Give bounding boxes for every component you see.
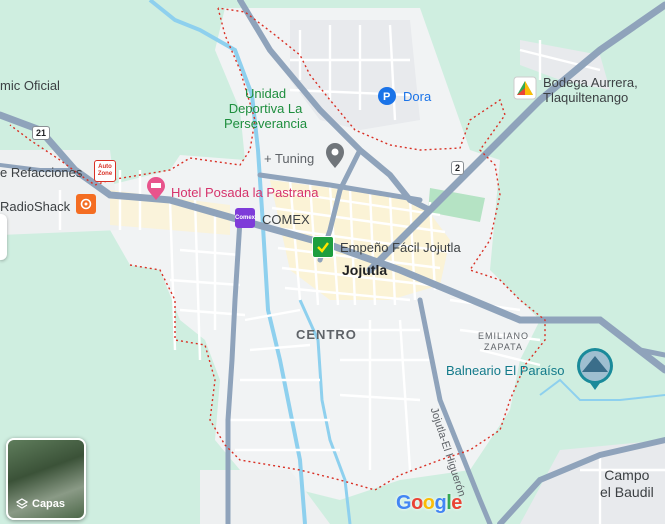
highway-shield-21: 21 [32, 126, 51, 140]
place-label-refacciones[interactable]: e Refacciones [0, 165, 82, 180]
google-logo: Google [396, 492, 462, 514]
map-canvas[interactable]: P 21 2 Auto Zone Comex mic Oficial e Ref… [0, 0, 665, 524]
place-label-bodega[interactable]: Bodega Aurrera, [543, 75, 638, 90]
district-label-centro: CENTRO [296, 327, 357, 342]
comex-icon[interactable]: Comex [235, 208, 255, 228]
place-label-comex[interactable]: COMEX [262, 212, 310, 227]
layers-label: Capas [32, 498, 66, 510]
place-label-bodega-2[interactable]: Tlaquiltenango [543, 90, 628, 105]
place-label-hotel[interactable]: Hotel Posada la Pastrana [171, 185, 318, 200]
neighborhood-label: EMILIANO ZAPATA [478, 331, 530, 352]
layers-icon [16, 498, 28, 509]
place-label-tuning[interactable]: + Tuning [264, 151, 314, 166]
place-label-mic-oficial[interactable]: mic Oficial [0, 78, 60, 93]
radioshack-icon[interactable] [76, 194, 96, 214]
checkmark-icon[interactable] [312, 236, 334, 258]
place-label-balneario[interactable]: Balneario El Paraíso [446, 363, 565, 378]
river-east [539, 378, 665, 401]
place-label-dora[interactable]: Dora [403, 89, 431, 104]
highway-shield-2: 2 [451, 161, 465, 175]
place-label-campo: Campo el Baudil [600, 467, 654, 500]
place-label-empeno[interactable]: Empeño Fácil Jojutla [340, 240, 461, 255]
layers-button[interactable]: Capas [6, 438, 86, 520]
svg-text:P: P [383, 91, 390, 103]
side-panel-toggle[interactable] [0, 214, 7, 260]
city-label-jojutla: Jojutla [342, 262, 388, 278]
autozone-icon[interactable]: Auto Zone [94, 160, 116, 182]
place-label-radioshack[interactable]: RadioShack [0, 199, 70, 214]
park-label[interactable]: Unidad Deportiva La Perseverancia [224, 86, 307, 131]
